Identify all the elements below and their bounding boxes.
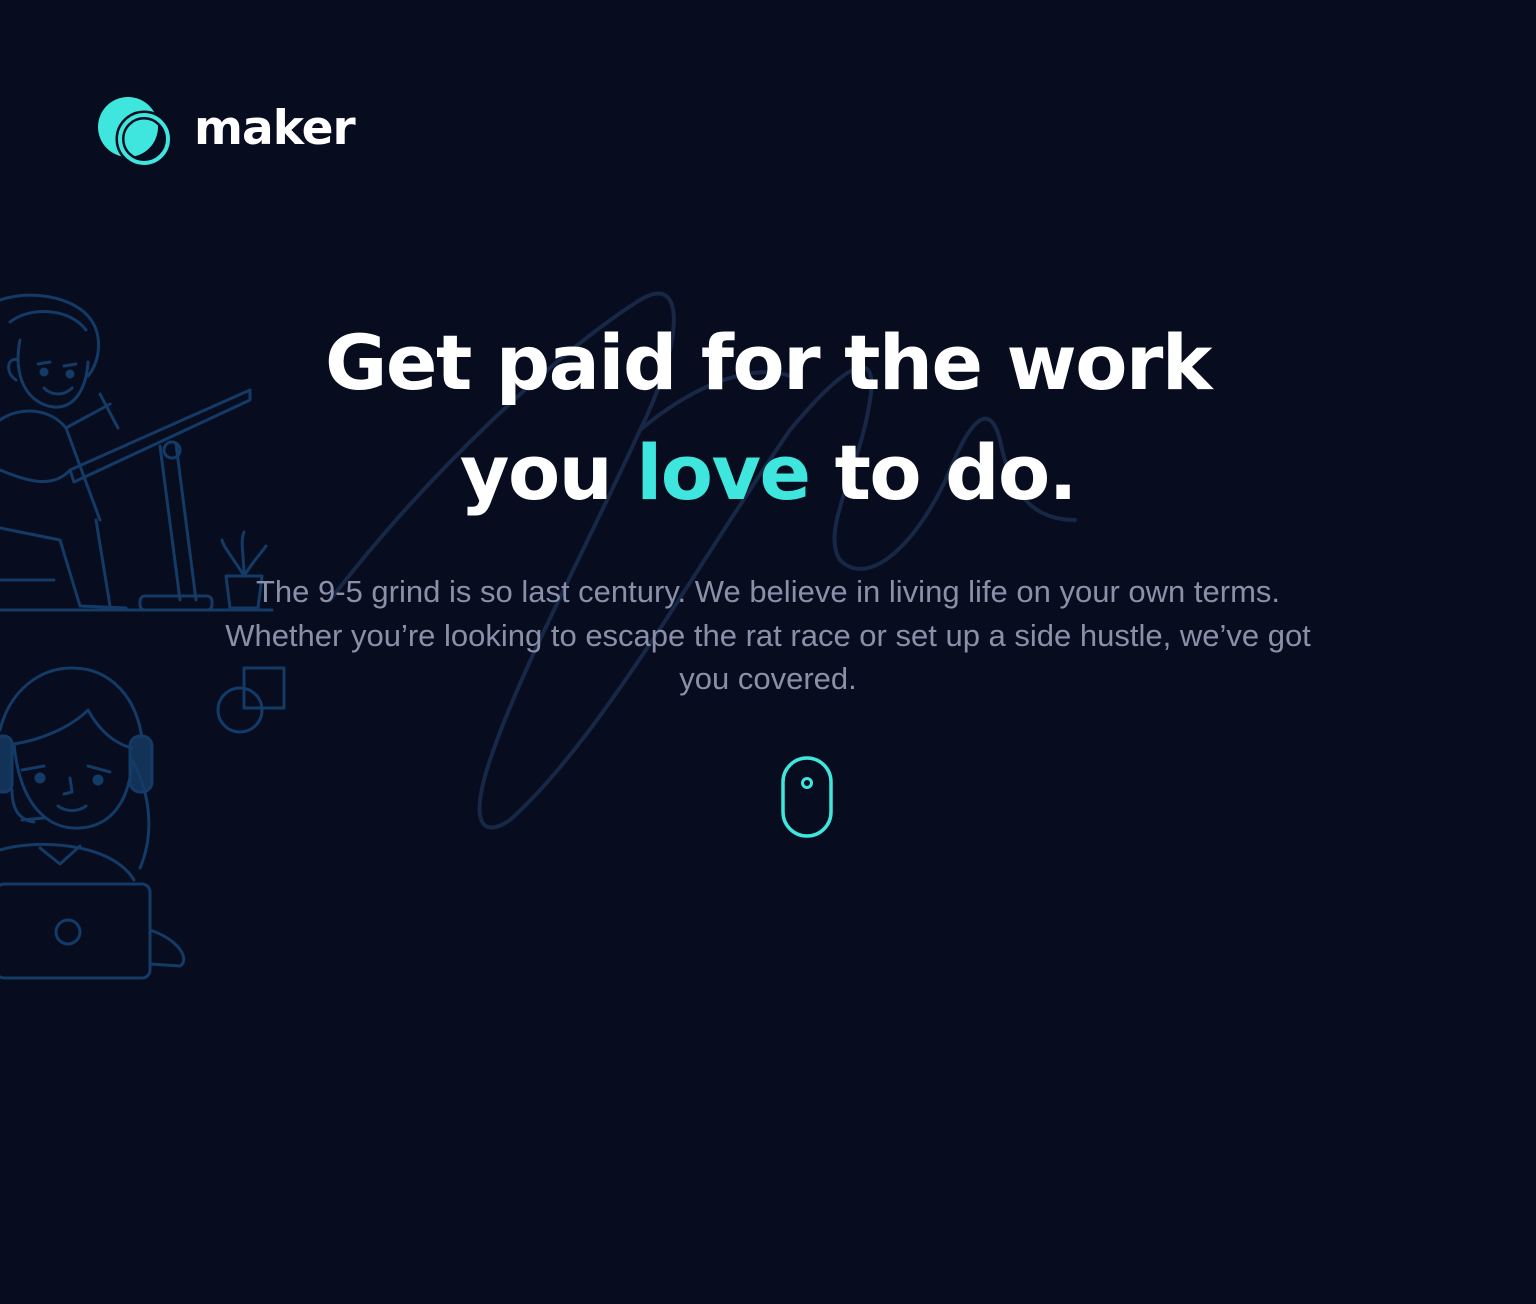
brand-name: maker xyxy=(194,100,356,156)
headline-accent-word: love xyxy=(636,428,811,517)
hero-headline: Get paid for the work you love to do. xyxy=(268,308,1268,528)
mouse-scroll-icon[interactable] xyxy=(780,755,836,841)
brand-logo-link[interactable]: maker xyxy=(98,94,356,168)
hero-section: Get paid for the work you love to do. Th… xyxy=(0,308,1536,701)
person-headset-illustration xyxy=(0,666,186,980)
hero-description: The 9-5 grind is so last century. We bel… xyxy=(225,574,1311,696)
headline-text-end: to do. xyxy=(809,428,1078,517)
maker-logo-icon xyxy=(98,97,170,167)
